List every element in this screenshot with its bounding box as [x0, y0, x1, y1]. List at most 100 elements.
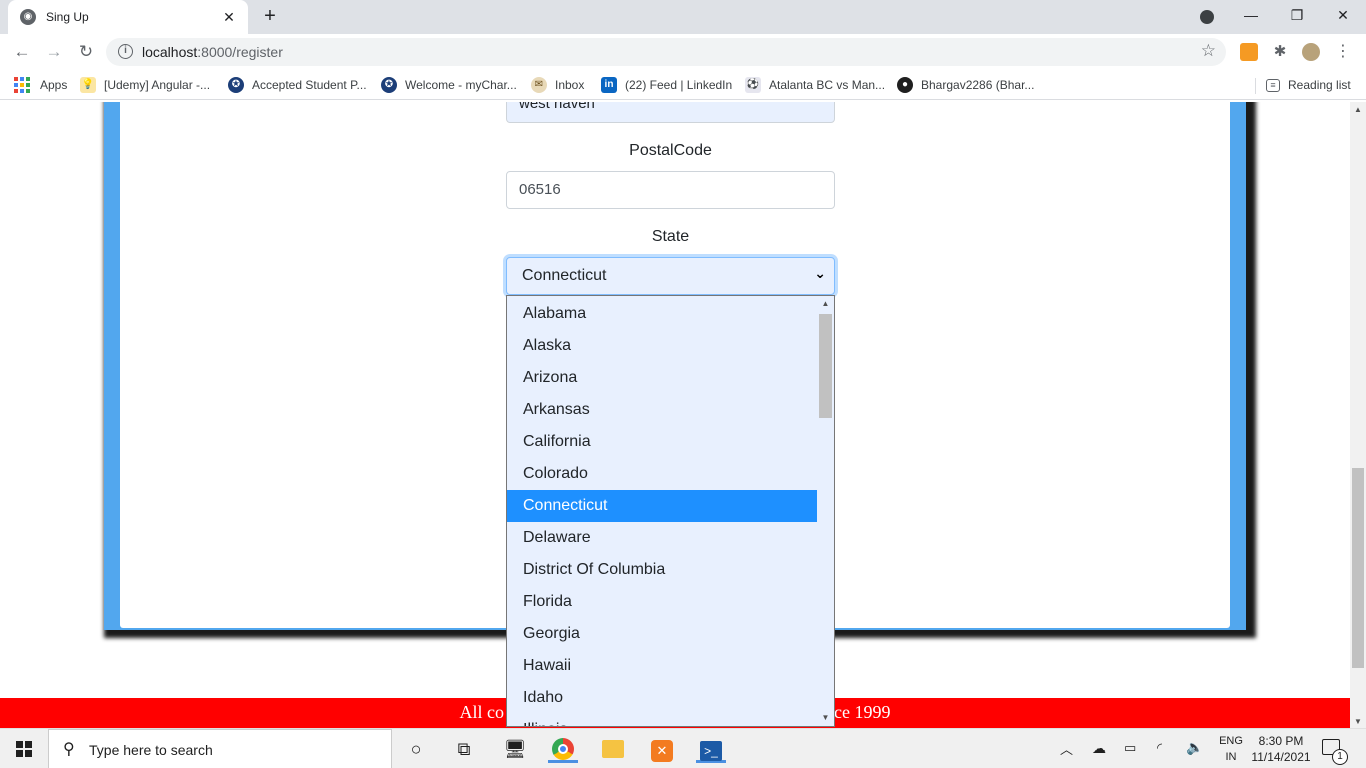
kebab-menu-icon[interactable]: ⋮: [1334, 43, 1352, 61]
forward-arrow-icon[interactable]: →: [42, 40, 66, 64]
volume-icon[interactable]: 🔈: [1186, 739, 1203, 768]
bookmark-inbox[interactable]: ✉ Inbox: [531, 76, 584, 94]
bookmark-label: (22) Feed | LinkedIn: [625, 78, 733, 92]
state-select[interactable]: Connecticut ⌄: [506, 257, 835, 295]
language-indicator[interactable]: ENG IN: [1216, 733, 1246, 765]
reload-icon[interactable]: ↻: [74, 40, 98, 64]
info-icon[interactable]: i: [118, 44, 133, 59]
url-path: :8000/register: [197, 44, 283, 60]
puzzle-icon[interactable]: ✱: [1271, 43, 1289, 61]
bookmark-label: Atalanta BC vs Man...: [769, 78, 886, 92]
powershell-taskbar-icon[interactable]: >_: [696, 735, 726, 763]
state-label: State: [651, 228, 690, 245]
browser-tab[interactable]: ◉ Sing Up ✕: [8, 0, 248, 34]
state-option[interactable]: District Of Columbia: [507, 554, 818, 586]
state-option[interactable]: Colorado: [507, 458, 818, 490]
bookmark-star-icon[interactable]: ☆: [1201, 41, 1216, 61]
page-scrollbar[interactable]: ▲ ▼: [1350, 102, 1366, 730]
tab-search-icon[interactable]: [1200, 10, 1214, 24]
state-options: Alabama Alaska Arizona Arkansas Californ…: [507, 298, 818, 726]
cortana-icon[interactable]: ○: [401, 735, 431, 763]
reading-list-icon: ≡: [1266, 78, 1280, 92]
city-input[interactable]: west haven: [506, 102, 835, 123]
scroll-up-arrow-icon[interactable]: ▲: [1350, 102, 1366, 118]
postal-code-label: PostalCode: [629, 142, 712, 159]
bookmark-label: Welcome - myChar...: [405, 78, 517, 92]
bookmark-atalanta[interactable]: ⚽ Atalanta BC vs Man...: [745, 76, 885, 94]
wifi-icon[interactable]: ◜: [1157, 740, 1162, 768]
bulb-icon: 💡: [80, 77, 96, 93]
scroll-up-arrow-icon[interactable]: ▲: [817, 296, 834, 312]
state-option[interactable]: Illinois: [507, 714, 818, 726]
xampp-taskbar-icon[interactable]: ✕: [647, 735, 677, 763]
profile-avatar[interactable]: [1302, 43, 1320, 61]
back-arrow-icon[interactable]: ←: [10, 40, 34, 64]
powershell-icon: >_: [700, 741, 722, 761]
windows-logo-icon: [16, 741, 32, 757]
footer-text-left: All co: [459, 702, 505, 722]
state-select-value: Connecticut: [522, 267, 607, 284]
start-button[interactable]: [0, 729, 48, 768]
bookmark-label: Accepted Student P...: [252, 78, 367, 92]
address-bar[interactable]: i localhost:8000/register ☆: [106, 38, 1226, 66]
chrome-taskbar-icon[interactable]: [548, 735, 578, 763]
state-option[interactable]: Hawaii: [507, 650, 818, 682]
bookmark-label: Bhargav2286 (Bhar...: [921, 78, 1035, 92]
tab-title: Sing Up: [46, 10, 89, 24]
extension-icon[interactable]: [1240, 43, 1258, 61]
taskbar-search-box[interactable]: ⚲ Type here to search: [48, 729, 392, 768]
reading-list-button[interactable]: ≡ Reading list: [1266, 76, 1351, 94]
new-tab-button[interactable]: +: [258, 6, 282, 28]
taskbar-clock[interactable]: 8:30 PM 11/14/2021: [1250, 733, 1312, 765]
taskbar-search-placeholder: Type here to search: [89, 742, 213, 758]
battery-icon[interactable]: ▭: [1124, 740, 1136, 768]
task-view-icon[interactable]: ⧉: [449, 735, 479, 763]
network-folder-icon[interactable]: 🖥: [500, 735, 530, 763]
state-dropdown-list[interactable]: Alabama Alaska Arizona Arkansas Californ…: [506, 295, 835, 727]
bookmark-label: [Udemy] Angular -...: [104, 78, 211, 92]
state-option[interactable]: California: [507, 426, 818, 458]
globe-icon: ◉: [20, 9, 36, 25]
file-explorer-icon[interactable]: [598, 735, 628, 763]
bookmark-apps[interactable]: Apps: [14, 76, 67, 94]
language-code: ENG: [1219, 735, 1243, 747]
github-icon: ●: [897, 77, 913, 93]
dropdown-scroll-thumb[interactable]: [819, 314, 832, 418]
bookmark-udemy[interactable]: 💡 [Udemy] Angular -...: [80, 76, 210, 94]
mail-icon: ✉: [531, 77, 547, 93]
state-option[interactable]: Florida: [507, 586, 818, 618]
state-option[interactable]: Idaho: [507, 682, 818, 714]
state-option[interactable]: Delaware: [507, 522, 818, 554]
show-hidden-icons-chevron-icon[interactable]: ︿: [1060, 739, 1073, 768]
scroll-down-arrow-icon[interactable]: ▼: [817, 710, 834, 726]
bookmark-mycharger[interactable]: ✪ Welcome - myChar...: [381, 76, 517, 94]
footer-text-right: ce 1999: [834, 702, 891, 722]
state-option-selected[interactable]: Connecticut: [507, 490, 818, 522]
postal-code-input[interactable]: 06516: [506, 171, 835, 209]
clock-date: 11/14/2021: [1251, 750, 1311, 764]
bookmark-github[interactable]: ● Bhargav2286 (Bhar...: [897, 76, 1034, 94]
tab-close-icon[interactable]: ✕: [220, 9, 238, 26]
bookmarks-bar: Apps 💡 [Udemy] Angular -... ✪ Accepted S…: [0, 70, 1366, 100]
close-window-button[interactable]: ✕: [1320, 0, 1366, 34]
bookmark-accepted-student[interactable]: ✪ Accepted Student P...: [228, 76, 367, 94]
restore-button[interactable]: ❐: [1274, 0, 1320, 34]
state-option[interactable]: Georgia: [507, 618, 818, 650]
xampp-icon: ✕: [651, 740, 673, 762]
bookmark-linkedin[interactable]: in (22) Feed | LinkedIn: [601, 76, 732, 94]
bookmark-label: Apps: [40, 78, 68, 92]
state-option[interactable]: Arkansas: [507, 394, 818, 426]
page-scroll-thumb[interactable]: [1352, 468, 1364, 668]
minimize-button[interactable]: —: [1228, 0, 1274, 34]
state-option[interactable]: Arizona: [507, 362, 818, 394]
seal-icon: ✪: [381, 77, 397, 93]
bookmark-label: Inbox: [555, 78, 585, 92]
dropdown-scrollbar[interactable]: ▲ ▼: [817, 296, 834, 726]
folder-icon: [602, 740, 624, 758]
clock-time: 8:30 PM: [1258, 734, 1304, 748]
apps-grid-icon: [14, 77, 30, 93]
onedrive-cloud-icon[interactable]: ☁: [1092, 740, 1106, 768]
state-option[interactable]: Alabama: [507, 298, 818, 330]
state-option[interactable]: Alaska: [507, 330, 818, 362]
seal-icon: ✪: [228, 77, 244, 93]
